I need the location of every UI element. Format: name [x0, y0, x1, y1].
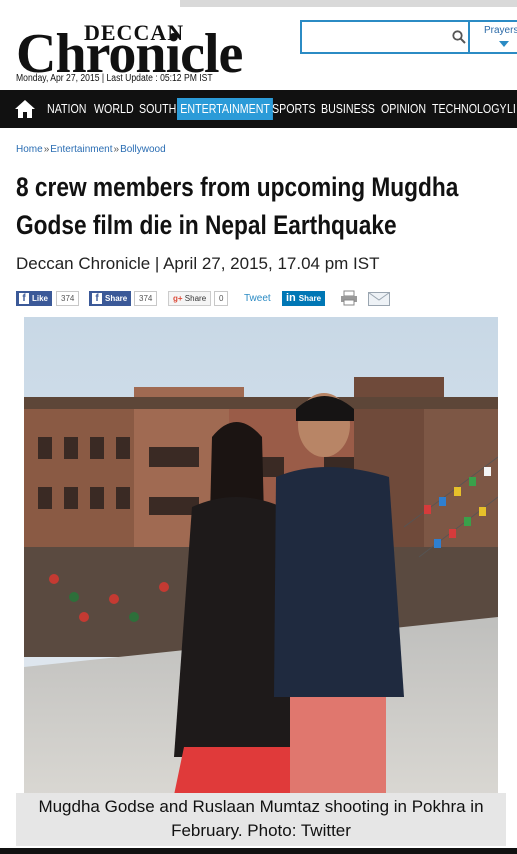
share-label: Share	[105, 294, 128, 303]
breadcrumb-separator: »	[43, 144, 50, 155]
prayers-label: Prayers	[484, 25, 517, 36]
article-headline: 8 crew members from upcoming Mugdha Gods…	[16, 172, 459, 240]
nav-nation[interactable]: NATION	[47, 90, 86, 128]
facebook-icon: f	[19, 293, 29, 304]
chevron-down-icon	[499, 41, 509, 47]
article-photo-image	[24, 317, 498, 795]
dateline: Monday, Apr 27, 2015 | Last Update : 05:…	[16, 73, 213, 84]
google-plus-share-button[interactable]: g+ Share	[168, 291, 212, 306]
breadcrumb-entertainment[interactable]: Entertainment	[50, 144, 112, 155]
article-byline: Deccan Chronicle | April 27, 2015, 17.04…	[16, 254, 380, 273]
facebook-like-button[interactable]: f Like	[16, 291, 53, 306]
linkedin-label: Share	[298, 294, 322, 303]
home-icon[interactable]	[14, 99, 36, 119]
print-icon[interactable]	[340, 290, 358, 306]
nav-south[interactable]: SOUTH	[139, 90, 176, 128]
photo-caption: Mugdha Godse and Ruslaan Mumtaz shooting…	[16, 793, 506, 846]
nav-sports[interactable]: SPORTS	[272, 90, 316, 128]
nav-lifestyle[interactable]: LI	[507, 90, 516, 128]
breadcrumb-separator: »	[113, 144, 120, 155]
nav-world[interactable]: WORLD	[94, 90, 134, 128]
search-input[interactable]	[300, 20, 470, 54]
nav-opinion[interactable]: OPINION	[381, 90, 426, 128]
linkedin-icon: in	[286, 292, 296, 304]
breadcrumb: Home»Entertainment»Bollywood	[16, 144, 166, 155]
search-icon[interactable]	[452, 30, 466, 44]
nav-entertainment[interactable]: ENTERTAINMENT	[177, 98, 274, 120]
breadcrumb-bollywood[interactable]: Bollywood	[120, 144, 166, 155]
nav-technology[interactable]: TECHNOLOGY	[432, 90, 507, 128]
nav-business[interactable]: BUSINESS	[321, 90, 375, 128]
social-share-bar: f Like 374 f Share 374 g+ Share 0 Tweet in…	[16, 290, 496, 308]
breadcrumb-home[interactable]: Home	[16, 144, 43, 155]
main-nav: NATION WORLD SOUTH ENTERTAINMENT SPORTS …	[0, 90, 517, 128]
facebook-share-button[interactable]: f Share	[89, 291, 132, 306]
share-count: 374	[134, 291, 158, 306]
google-plus-icon: g+	[173, 294, 183, 303]
prayers-dropdown[interactable]: Prayers	[470, 20, 517, 54]
linkedin-share-button[interactable]: in Share	[282, 291, 326, 306]
gplus-count: 0	[214, 291, 229, 306]
like-label: Like	[32, 294, 49, 303]
tweet-button[interactable]: Tweet	[244, 291, 271, 306]
top-strip	[180, 0, 517, 7]
gplus-label: Share	[184, 294, 207, 303]
bottom-bar	[0, 848, 517, 854]
email-icon[interactable]	[368, 292, 390, 306]
site-logo[interactable]: DECCAN Chronicle	[16, 20, 256, 82]
article-photo	[24, 317, 498, 795]
facebook-icon: f	[92, 293, 102, 304]
like-count: 374	[56, 291, 80, 306]
